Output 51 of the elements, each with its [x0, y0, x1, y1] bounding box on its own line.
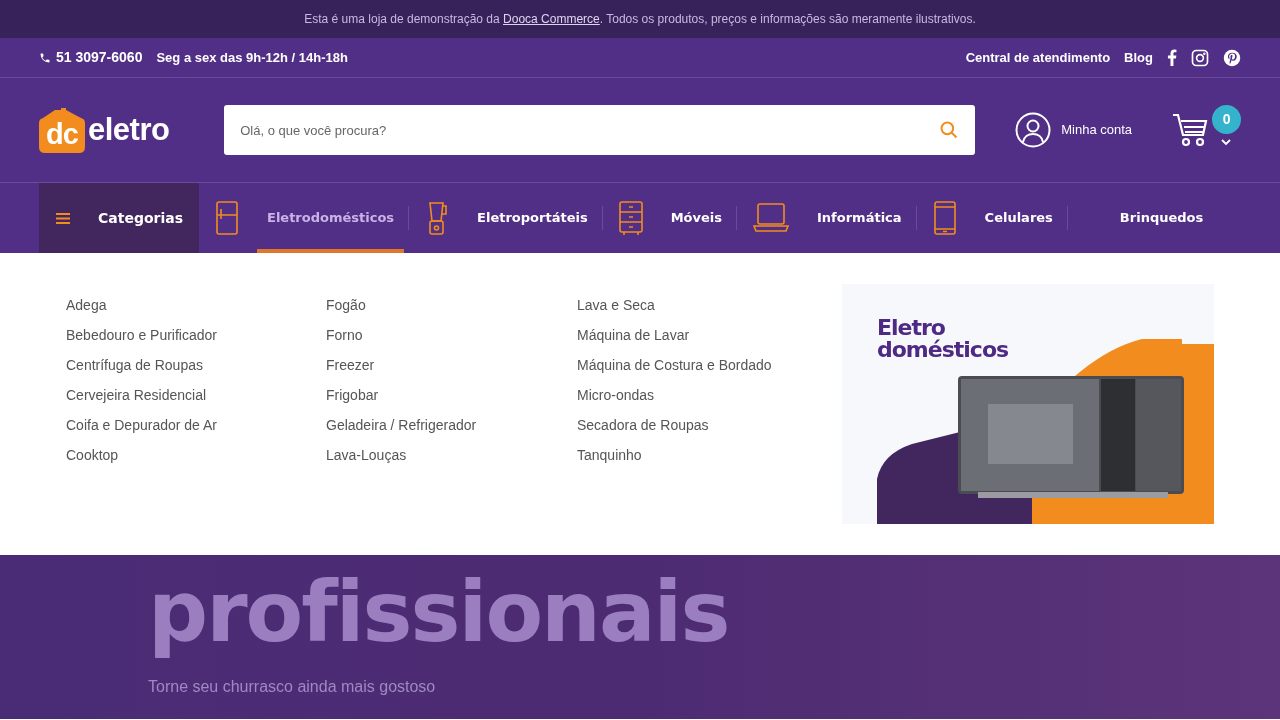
- subcategory-link[interactable]: Lava e Seca: [577, 295, 655, 315]
- phone-icon: [39, 51, 51, 64]
- logo-badge: dc: [39, 107, 85, 153]
- subcategory-link[interactable]: Centrífuga de Roupas: [66, 355, 203, 375]
- cart-count-badge: 0: [1212, 105, 1242, 134]
- opening-hours: Seg a sex das 9h-12h / 14h-18h: [156, 48, 348, 67]
- chevron-down-icon[interactable]: [1221, 139, 1232, 146]
- account-link[interactable]: Minha conta: [1061, 120, 1133, 140]
- search-field[interactable]: Olá, o que você procura?: [224, 105, 976, 155]
- categories-label: Categorias: [98, 208, 184, 228]
- dooca-link[interactable]: Dooca Commerce: [503, 12, 600, 26]
- hero-subtitle: Torne seu churrasco ainda mais gostoso: [148, 677, 437, 697]
- subcategory-link[interactable]: Cooktop: [66, 445, 119, 465]
- nav-tab[interactable]: Brinquedos: [1109, 183, 1214, 253]
- banner-heading: Eletro: [877, 317, 945, 339]
- subcategory-link[interactable]: Bebedouro e Purificador: [66, 325, 217, 345]
- subcategory-link[interactable]: Fogão: [326, 295, 366, 315]
- phone-number: 51 3097-6060: [56, 48, 143, 67]
- menu-icon: [56, 212, 70, 224]
- categories-button[interactable]: Categorias: [39, 183, 199, 253]
- subcategory-link[interactable]: Máquina de Lavar: [577, 325, 690, 345]
- subcategory-link[interactable]: Cervejeira Residencial: [66, 385, 207, 405]
- subcategory-link[interactable]: Micro-ondas: [577, 385, 655, 405]
- nav-tab[interactable]: Celulares: [974, 183, 1063, 253]
- demo-notice: Esta é uma loja de demonstração da Dooca Commerce. Todos os produtos, preços e informações são meramente ilustrativos.: [304, 11, 976, 28]
- subcategory-link[interactable]: Secadora de Roupas: [577, 415, 709, 435]
- subcategory-link[interactable]: Freezer: [326, 355, 375, 375]
- subcategory-link[interactable]: Geladeira / Refrigerador: [326, 415, 477, 435]
- nav-tab[interactable]: Informática: [807, 183, 912, 253]
- nav-tab[interactable]: Móveis: [660, 183, 733, 253]
- mobile-phone-icon: [932, 200, 957, 236]
- subcategory-link[interactable]: Forno: [326, 325, 363, 345]
- facebook-icon[interactable]: [1167, 49, 1177, 66]
- subcategory-link[interactable]: Coifa e Depurador de Ar: [66, 415, 217, 435]
- cart-icon[interactable]: [1172, 113, 1209, 147]
- pinterest-icon[interactable]: [1223, 48, 1241, 67]
- logo-text: eletro: [88, 110, 170, 149]
- subcategory-link[interactable]: Máquina de Costura e Bordado: [577, 355, 772, 375]
- drawers-icon: [618, 200, 643, 236]
- subcategory-link[interactable]: Frigobar: [326, 385, 379, 405]
- top-link[interactable]: Blog: [1124, 47, 1153, 68]
- fridge-icon: [215, 200, 239, 236]
- hero-title: profissionais: [148, 567, 730, 657]
- banner-heading: domésticos: [877, 339, 1009, 361]
- subcategory-link[interactable]: Lava-Louças: [326, 445, 407, 465]
- top-link[interactable]: Central de atendimento: [965, 47, 1111, 68]
- user-icon[interactable]: [1015, 112, 1052, 148]
- subcategory-link[interactable]: Tanquinho: [577, 445, 642, 465]
- subcategory-link[interactable]: Adega: [66, 295, 107, 315]
- nav-tab[interactable]: Eletroportáteis: [467, 183, 598, 253]
- instagram-icon[interactable]: [1191, 48, 1209, 67]
